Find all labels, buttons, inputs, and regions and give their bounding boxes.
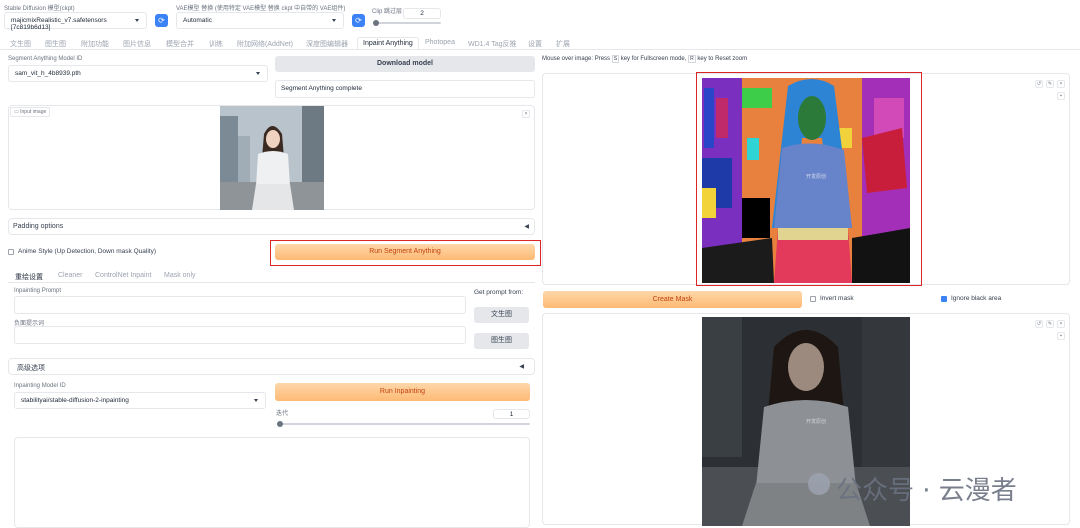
hint-prefix: Mouse over image: Press xyxy=(542,56,611,62)
advanced-options-label: 高级选项 xyxy=(17,365,45,372)
tab-settings[interactable]: 设置 xyxy=(528,39,542,49)
image-icon: ▭ xyxy=(14,109,19,115)
small-watermark: 开发原创 xyxy=(806,418,826,425)
tab-addnet[interactable]: 附加网络(AddNet) xyxy=(237,39,293,49)
negative-prompt-input[interactable] xyxy=(14,326,466,344)
vae-select[interactable]: Automatic xyxy=(176,12,344,29)
invert-mask-checkbox[interactable] xyxy=(810,296,816,302)
wechat-icon xyxy=(808,473,830,495)
clip-skip-slider[interactable] xyxy=(373,20,441,26)
download-model-button[interactable]: Download model xyxy=(275,56,535,72)
anime-style-checkbox[interactable] xyxy=(8,249,14,255)
tab-bar-divider xyxy=(0,49,1080,50)
highlight-box xyxy=(270,240,541,266)
zoom-hint: Mouse over image: Press S key for Fullsc… xyxy=(542,55,748,63)
sd-model-label: Stable Diffusion 模型(ckpt) xyxy=(4,6,75,12)
triangle-left-icon: ◀ xyxy=(519,364,524,370)
input-image-tag: ▭ Input image xyxy=(10,107,51,117)
input-photo xyxy=(220,106,324,210)
channel-watermark: 公众号 · 云漫者 xyxy=(836,476,1017,506)
subtab-inpaint-settings[interactable]: 重绘设置 xyxy=(15,272,43,282)
tab-png-info[interactable]: 图片信息 xyxy=(123,39,151,49)
sam-model-value: sam_vit_h_4b8939.pth xyxy=(15,70,81,77)
create-mask-button[interactable]: Create Mask xyxy=(543,291,802,308)
status-textbox: Segment Anything complete xyxy=(275,80,535,98)
invert-mask-label: Invert mask xyxy=(820,295,854,302)
tab-wd14-tagger[interactable]: WD1.4 Tag反推 xyxy=(468,39,517,49)
hint-suffix: key to Reset zoom xyxy=(697,56,748,62)
brush-icon[interactable]: ▪ xyxy=(1057,92,1065,100)
clip-skip-input[interactable]: 2 xyxy=(403,8,441,19)
inpaint-model-label: Inpainting Model ID xyxy=(14,383,66,389)
get-from-img2img-button[interactable]: 图生图 xyxy=(474,333,529,349)
subtab-mask-only[interactable]: Mask only xyxy=(164,272,196,279)
inpaint-prompt-label: Inpainting Prompt xyxy=(14,288,62,294)
tab-extras[interactable]: 附加功能 xyxy=(81,39,109,49)
ignore-black-checkbox[interactable] xyxy=(941,296,947,302)
ignore-black-label: Ignore black area xyxy=(951,295,1002,302)
inpaint-prompt-input[interactable] xyxy=(14,296,466,314)
advanced-options-accordion[interactable]: 高级选项 ◀ xyxy=(8,358,535,375)
subtab-divider xyxy=(8,282,535,283)
vae-value: Automatic xyxy=(183,17,212,24)
close-icon[interactable]: × xyxy=(1057,80,1065,88)
inpaint-model-value: stabilityai/stable-diffusion-2-inpaintin… xyxy=(21,397,129,404)
run-inpainting-button[interactable]: Run Inpainting xyxy=(275,383,530,401)
get-from-txt2img-button[interactable]: 文生图 xyxy=(474,307,529,323)
tab-extensions[interactable]: 扩展 xyxy=(556,39,570,49)
hint-mid: key for Fullscreen mode, xyxy=(620,56,687,62)
sam-model-select[interactable]: sam_vit_h_4b8939.pth xyxy=(8,65,268,82)
input-image-panel[interactable]: ▭ Input image × xyxy=(8,105,535,210)
tab-txt2img[interactable]: 文生图 xyxy=(10,39,31,49)
seed-slider[interactable] xyxy=(277,421,530,427)
brush-icon[interactable]: ▪ xyxy=(1057,332,1065,340)
close-icon[interactable]: × xyxy=(522,110,530,118)
clip-skip-label: Clip 跳过层 xyxy=(372,9,403,15)
slider-handle[interactable] xyxy=(373,20,379,26)
sam-model-label: Segment Anything Model ID xyxy=(8,56,83,62)
triangle-left-icon: ◀ xyxy=(524,224,529,230)
slider-handle[interactable] xyxy=(277,421,283,427)
tab-photopea[interactable]: Photopea xyxy=(425,39,455,46)
tab-img2img[interactable]: 图生图 xyxy=(45,39,66,49)
subtab-cleaner[interactable]: Cleaner xyxy=(58,272,83,279)
refresh-vae-button[interactable]: ⟳ xyxy=(352,14,365,27)
seed-label: 迭代 xyxy=(276,411,289,417)
tab-inpaint-anything[interactable]: Inpaint Anything xyxy=(357,37,419,49)
refresh-sd-model-button[interactable]: ⟳ xyxy=(155,14,168,27)
anime-style-label: Anime Style (Up Detection, Down mask Qua… xyxy=(18,248,156,255)
tab-checkpoint-merger[interactable]: 模型合并 xyxy=(166,39,194,49)
edit-icon[interactable]: ✎ xyxy=(1046,80,1054,88)
highlight-box xyxy=(696,72,922,286)
input-image-label: Input image xyxy=(20,109,47,115)
chevron-down-icon xyxy=(135,19,139,22)
subtab-controlnet-inpaint[interactable]: ControlNet Inpaint xyxy=(95,272,151,279)
hint-key-r: R xyxy=(688,55,696,63)
inpaint-model-select[interactable]: stabilityai/stable-diffusion-2-inpaintin… xyxy=(14,392,266,409)
sd-model-select[interactable]: majicmixRealistic_v7.safetensors [7c819b… xyxy=(4,12,147,31)
undo-icon[interactable]: ↺ xyxy=(1035,320,1043,328)
tab-train[interactable]: 训练 xyxy=(209,39,223,49)
tab-depth-editor[interactable]: 深度图编辑器 xyxy=(306,39,348,49)
chevron-down-icon xyxy=(332,19,336,22)
padding-options-accordion[interactable]: Padding options ◀ xyxy=(8,218,535,235)
get-prompt-label: Get prompt from: xyxy=(474,289,524,296)
hint-key-s: S xyxy=(611,55,620,63)
edit-icon[interactable]: ✎ xyxy=(1046,320,1054,328)
sd-model-value: majicmixRealistic_v7.safetensors [7c819b… xyxy=(11,17,107,31)
vae-label: VAE模型 替换 (使用特定 VAE模型 替换 ckpt 中自带的 VAE组件) xyxy=(176,6,346,12)
chevron-down-icon xyxy=(256,72,260,75)
close-icon[interactable]: × xyxy=(1057,320,1065,328)
undo-icon[interactable]: ↺ xyxy=(1035,80,1043,88)
chevron-down-icon xyxy=(254,399,258,402)
padding-options-label: Padding options xyxy=(13,223,64,230)
seed-input[interactable]: 1 xyxy=(493,409,530,419)
output-gallery-panel xyxy=(14,437,530,528)
